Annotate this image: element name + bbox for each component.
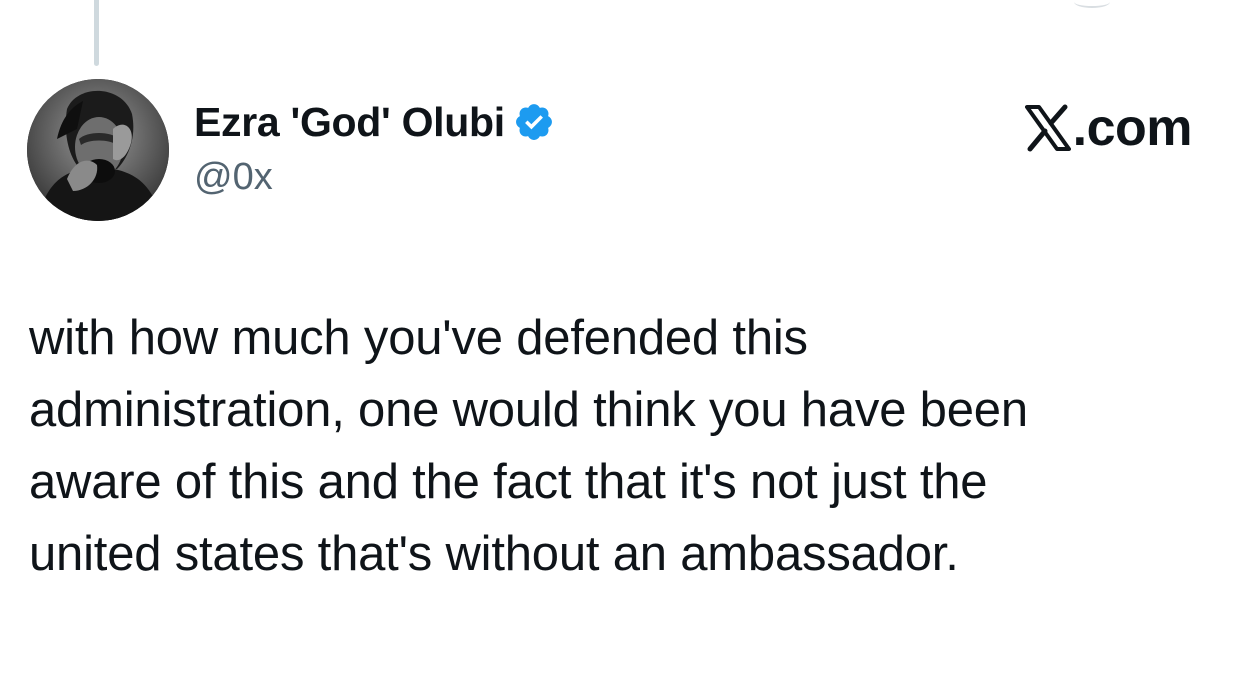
tweet-card: Ezra 'God' Olubi @0x .com with how much … — [0, 0, 1242, 673]
brand-domain-text: .com — [1072, 99, 1193, 157]
avatar[interactable] — [27, 79, 169, 221]
thread-connector-line — [94, 0, 99, 66]
verified-badge-icon — [513, 101, 555, 143]
brand-logo[interactable]: .com — [1024, 98, 1193, 158]
top-edge-mark — [1074, 0, 1110, 8]
author-info: Ezra 'God' Olubi — [194, 94, 555, 150]
user-handle[interactable]: @0x — [194, 156, 273, 199]
tweet-text: with how much you've defended this admin… — [29, 311, 1028, 581]
display-name[interactable]: Ezra 'God' Olubi — [194, 99, 505, 146]
x-logo-icon — [1024, 103, 1071, 153]
avatar-photo — [27, 79, 169, 221]
